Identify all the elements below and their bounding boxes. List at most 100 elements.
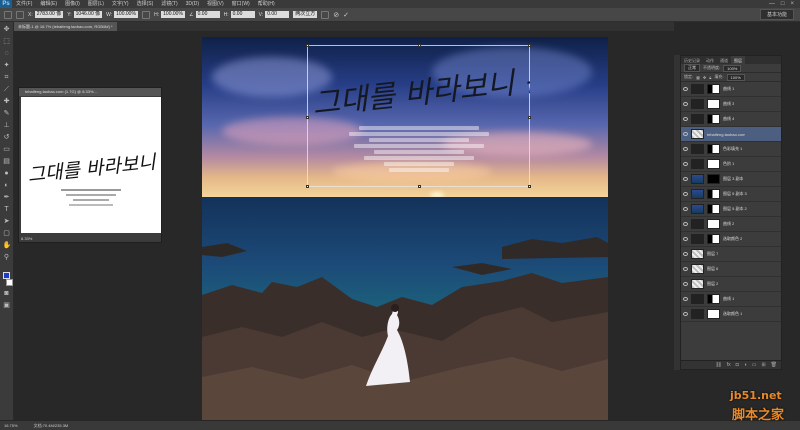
minimize-icon[interactable]: —: [769, 1, 775, 7]
menu-item[interactable]: 窗口(W): [228, 0, 254, 8]
visibility-eye-icon[interactable]: [683, 207, 688, 211]
h-input[interactable]: 100.00%: [161, 11, 186, 18]
zoom-tool-icon[interactable]: ⚲: [3, 254, 11, 262]
y-input[interactable]: 1046.00 像: [73, 11, 103, 18]
layer-mask-thumbnail[interactable]: [707, 159, 720, 169]
layer-row[interactable]: 图层 3 副本: [681, 172, 781, 187]
visibility-eye-icon[interactable]: [683, 282, 688, 286]
blur-tool-icon[interactable]: ●: [3, 170, 11, 178]
menu-item[interactable]: 编辑(E): [36, 0, 61, 8]
stamp-tool-icon[interactable]: ⊥: [3, 122, 11, 130]
visibility-eye-icon[interactable]: [683, 117, 688, 121]
workspace-select[interactable]: 基本功能: [759, 9, 794, 20]
document-tab[interactable]: 未标题-1 @ 16.7% (tebaifeng.taobao.com, RGB…: [14, 22, 117, 31]
layer-row[interactable]: tebaifeng.taobao.com: [681, 127, 781, 142]
visibility-eye-icon[interactable]: [683, 297, 688, 301]
layer-mask-thumbnail[interactable]: [707, 234, 720, 244]
shape-tool-icon[interactable]: ▢: [3, 230, 11, 238]
visibility-eye-icon[interactable]: [683, 237, 688, 241]
layer-mask-thumbnail[interactable]: [707, 99, 720, 109]
cancel-transform-icon[interactable]: ⊘: [333, 11, 339, 19]
warp-icon[interactable]: [321, 10, 330, 19]
document-canvas[interactable]: 그대를 바라보니 본다: [202, 37, 608, 420]
healing-brush-icon[interactable]: ✚: [3, 98, 11, 106]
layer-mask-thumbnail[interactable]: [707, 144, 720, 154]
floating-window-title[interactable]: tebaifeng.taobao.com (1.7G) @ 8.33%...: [19, 88, 161, 96]
x-field[interactable]: X: 2783.00 像: [28, 11, 64, 18]
crop-tool-icon[interactable]: ⌗: [3, 74, 11, 82]
visibility-eye-icon[interactable]: [683, 192, 688, 196]
menu-item[interactable]: 图像(I): [61, 0, 84, 8]
move-tool-icon[interactable]: ✥: [3, 26, 11, 34]
layer-mask-thumbnail[interactable]: [707, 174, 720, 184]
interpolation-select[interactable]: 两次立方: [293, 11, 318, 18]
close-icon[interactable]: ×: [790, 1, 794, 7]
folder-icon[interactable]: ▭: [752, 362, 757, 368]
brush-tool-icon[interactable]: ✎: [3, 110, 11, 118]
type-tool-icon[interactable]: T: [3, 206, 11, 214]
visibility-eye-icon[interactable]: [683, 132, 688, 136]
w-input[interactable]: 100.00%: [114, 11, 139, 18]
floating-canvas[interactable]: 그대를 바라보니 본다: [21, 97, 200, 233]
menu-item[interactable]: 3D(D): [182, 0, 203, 8]
angle-input[interactable]: 0.00: [195, 11, 220, 18]
layer-mask-thumbnail[interactable]: [707, 84, 720, 94]
visibility-eye-icon[interactable]: [683, 177, 688, 181]
maximize-icon[interactable]: □: [781, 1, 785, 7]
menu-item[interactable]: 图层(L): [84, 0, 108, 8]
h-skew-field[interactable]: H: 0.00: [224, 11, 255, 18]
menu-item[interactable]: 文件(F): [12, 0, 36, 8]
h-skew-input[interactable]: 0.00: [230, 11, 255, 18]
adjust-icon[interactable]: ◑: [744, 362, 747, 368]
fx-icon[interactable]: fx: [727, 362, 731, 368]
panel-tab[interactable]: 动作: [703, 56, 717, 64]
visibility-eye-icon[interactable]: [683, 312, 688, 316]
angle-field[interactable]: ∠ 0.00: [189, 11, 220, 18]
lock-icon[interactable]: ▦: [696, 75, 700, 80]
panel-tab[interactable]: 历史记录: [681, 56, 703, 64]
commit-transform-icon[interactable]: ✓: [343, 11, 349, 19]
visibility-eye-icon[interactable]: [683, 87, 688, 91]
layer-row[interactable]: 图层 5 副本 2: [681, 202, 781, 217]
fill-input[interactable]: 100%: [726, 73, 745, 81]
transform-tool-icon[interactable]: [4, 10, 12, 19]
eraser-icon[interactable]: ▭: [3, 146, 11, 154]
link-icon[interactable]: [142, 10, 151, 19]
y-field[interactable]: Y: 1046.00 像: [67, 11, 103, 18]
hand-tool-icon[interactable]: ✋: [3, 242, 12, 250]
opacity-input[interactable]: 100%: [723, 64, 742, 72]
layer-row[interactable]: 图层 7: [681, 247, 781, 262]
lock-position-icon[interactable]: ✥: [703, 75, 706, 80]
visibility-eye-icon[interactable]: [683, 222, 688, 226]
layer-mask-thumbnail[interactable]: [707, 204, 720, 214]
h-field[interactable]: H: 100.00%: [154, 11, 186, 18]
trash-icon[interactable]: 🗑︎: [771, 362, 777, 368]
layer-mask-thumbnail[interactable]: [707, 219, 720, 229]
history-brush-icon[interactable]: ↺: [3, 134, 11, 142]
lock-all-icon[interactable]: 🔒︎: [709, 75, 711, 80]
layer-row[interactable]: 图层 5 副本 3: [681, 187, 781, 202]
menu-item[interactable]: 视图(V): [203, 0, 228, 8]
panel-tab[interactable]: 通道: [717, 56, 731, 64]
background-color-swatch[interactable]: [5, 279, 13, 286]
layer-row[interactable]: 曲线 2: [681, 217, 781, 232]
layer-mask-thumbnail[interactable]: [707, 309, 720, 319]
layer-row[interactable]: 曲线 1: [681, 82, 781, 97]
eyedropper-icon[interactable]: ⟋: [3, 86, 11, 94]
blend-mode-select[interactable]: 正常: [684, 64, 700, 72]
layer-mask-thumbnail[interactable]: [707, 189, 720, 199]
foreground-color-swatch[interactable]: [3, 272, 10, 279]
visibility-eye-icon[interactable]: [683, 252, 688, 256]
mask-icon[interactable]: ◘: [736, 362, 739, 368]
menu-item[interactable]: 文字(Y): [108, 0, 133, 8]
menu-item[interactable]: 选择(S): [133, 0, 158, 8]
reference-point-icon[interactable]: [16, 10, 24, 19]
v-skew-input[interactable]: 0.00: [265, 11, 290, 18]
link-icon[interactable]: ⛓: [715, 362, 721, 368]
lasso-tool-icon[interactable]: ◌: [3, 50, 11, 58]
layer-row[interactable]: 曲线 4: [681, 112, 781, 127]
layer-row[interactable]: 图层 6: [681, 262, 781, 277]
v-skew-field[interactable]: V: 0.00: [259, 11, 290, 18]
w-field[interactable]: W: 100.00%: [106, 11, 139, 18]
layer-row[interactable]: 选取颜色 2: [681, 232, 781, 247]
